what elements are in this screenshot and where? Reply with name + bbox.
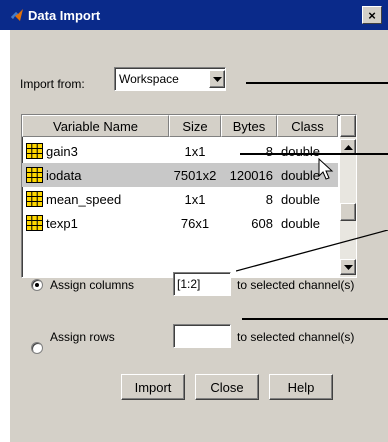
scrollbar-header-corner xyxy=(340,115,356,137)
variable-name: mean_speed xyxy=(46,191,122,207)
help-button[interactable]: Help xyxy=(269,374,333,400)
matlab-logo-icon xyxy=(10,8,24,22)
cell-size: 1x1 xyxy=(184,143,206,159)
callout-line-table xyxy=(240,153,388,155)
assign-rows-input[interactable] xyxy=(173,324,231,348)
close-window-button[interactable]: × xyxy=(362,6,382,24)
table-row[interactable]: mean_speed 1x1 8 double xyxy=(22,187,338,211)
assign-columns-radio[interactable] xyxy=(31,279,43,291)
callout-line-assign-columns xyxy=(236,230,388,272)
column-header-size[interactable]: Size xyxy=(169,115,221,137)
cell-size: 76x1 xyxy=(180,215,210,231)
close-button[interactable]: Close xyxy=(195,374,259,400)
cell-class: double xyxy=(281,191,321,207)
cell-variable-name: mean_speed xyxy=(26,187,169,211)
cell-bytes: 8 xyxy=(265,191,273,207)
assign-rows-suffix: to selected channel(s) xyxy=(237,330,355,344)
radio-selected-dot xyxy=(35,283,39,287)
data-import-window: Data Import × Import from: Workspace Var… xyxy=(0,0,388,442)
variable-name: texp1 xyxy=(46,215,78,231)
column-header-class[interactable]: Class xyxy=(277,115,338,137)
cell-variable-name: gain3 xyxy=(26,139,169,163)
cell-variable-name: texp1 xyxy=(26,211,169,235)
assign-columns-suffix: to selected channel(s) xyxy=(237,278,355,292)
cell-size: 7501x2 xyxy=(173,167,217,183)
import-button[interactable]: Import xyxy=(121,374,185,400)
cell-bytes: 8 xyxy=(265,143,273,159)
matrix-grid-icon xyxy=(26,191,43,207)
import-from-dropdown[interactable]: Workspace xyxy=(114,67,226,91)
column-header-bytes[interactable]: Bytes xyxy=(221,115,277,137)
cell-variable-name: iodata xyxy=(26,163,169,187)
matrix-grid-icon xyxy=(26,215,43,231)
table-row[interactable]: gain3 1x1 8 double xyxy=(22,139,338,163)
callout-line-import-from xyxy=(246,82,388,84)
title-bar: Data Import xyxy=(0,0,388,30)
import-from-label: Import from: xyxy=(20,77,85,91)
table-row[interactable]: iodata 7501x2 120016 double xyxy=(22,163,338,187)
matrix-grid-icon xyxy=(26,143,43,159)
mouse-pointer-icon xyxy=(318,158,334,180)
variable-name: gain3 xyxy=(46,143,78,159)
assign-rows-label: Assign rows xyxy=(50,330,115,344)
scrollbar-thumb[interactable] xyxy=(340,203,356,221)
matrix-grid-icon xyxy=(26,167,43,183)
chevron-down-icon[interactable] xyxy=(209,70,225,88)
cell-bytes: 120016 xyxy=(229,167,273,183)
import-from-value: Workspace xyxy=(119,72,179,86)
cell-size: 1x1 xyxy=(184,191,206,207)
column-header-name[interactable]: Variable Name xyxy=(22,115,169,137)
variable-name: iodata xyxy=(46,167,82,183)
callout-line-assign-rows xyxy=(242,318,388,320)
assign-rows-radio[interactable] xyxy=(31,342,43,354)
table-header: Variable Name Size Bytes Class xyxy=(22,115,338,137)
assign-columns-input[interactable]: [1:2] xyxy=(173,272,231,296)
assign-columns-label: Assign columns xyxy=(50,278,135,292)
window-title: Data Import xyxy=(28,7,101,23)
